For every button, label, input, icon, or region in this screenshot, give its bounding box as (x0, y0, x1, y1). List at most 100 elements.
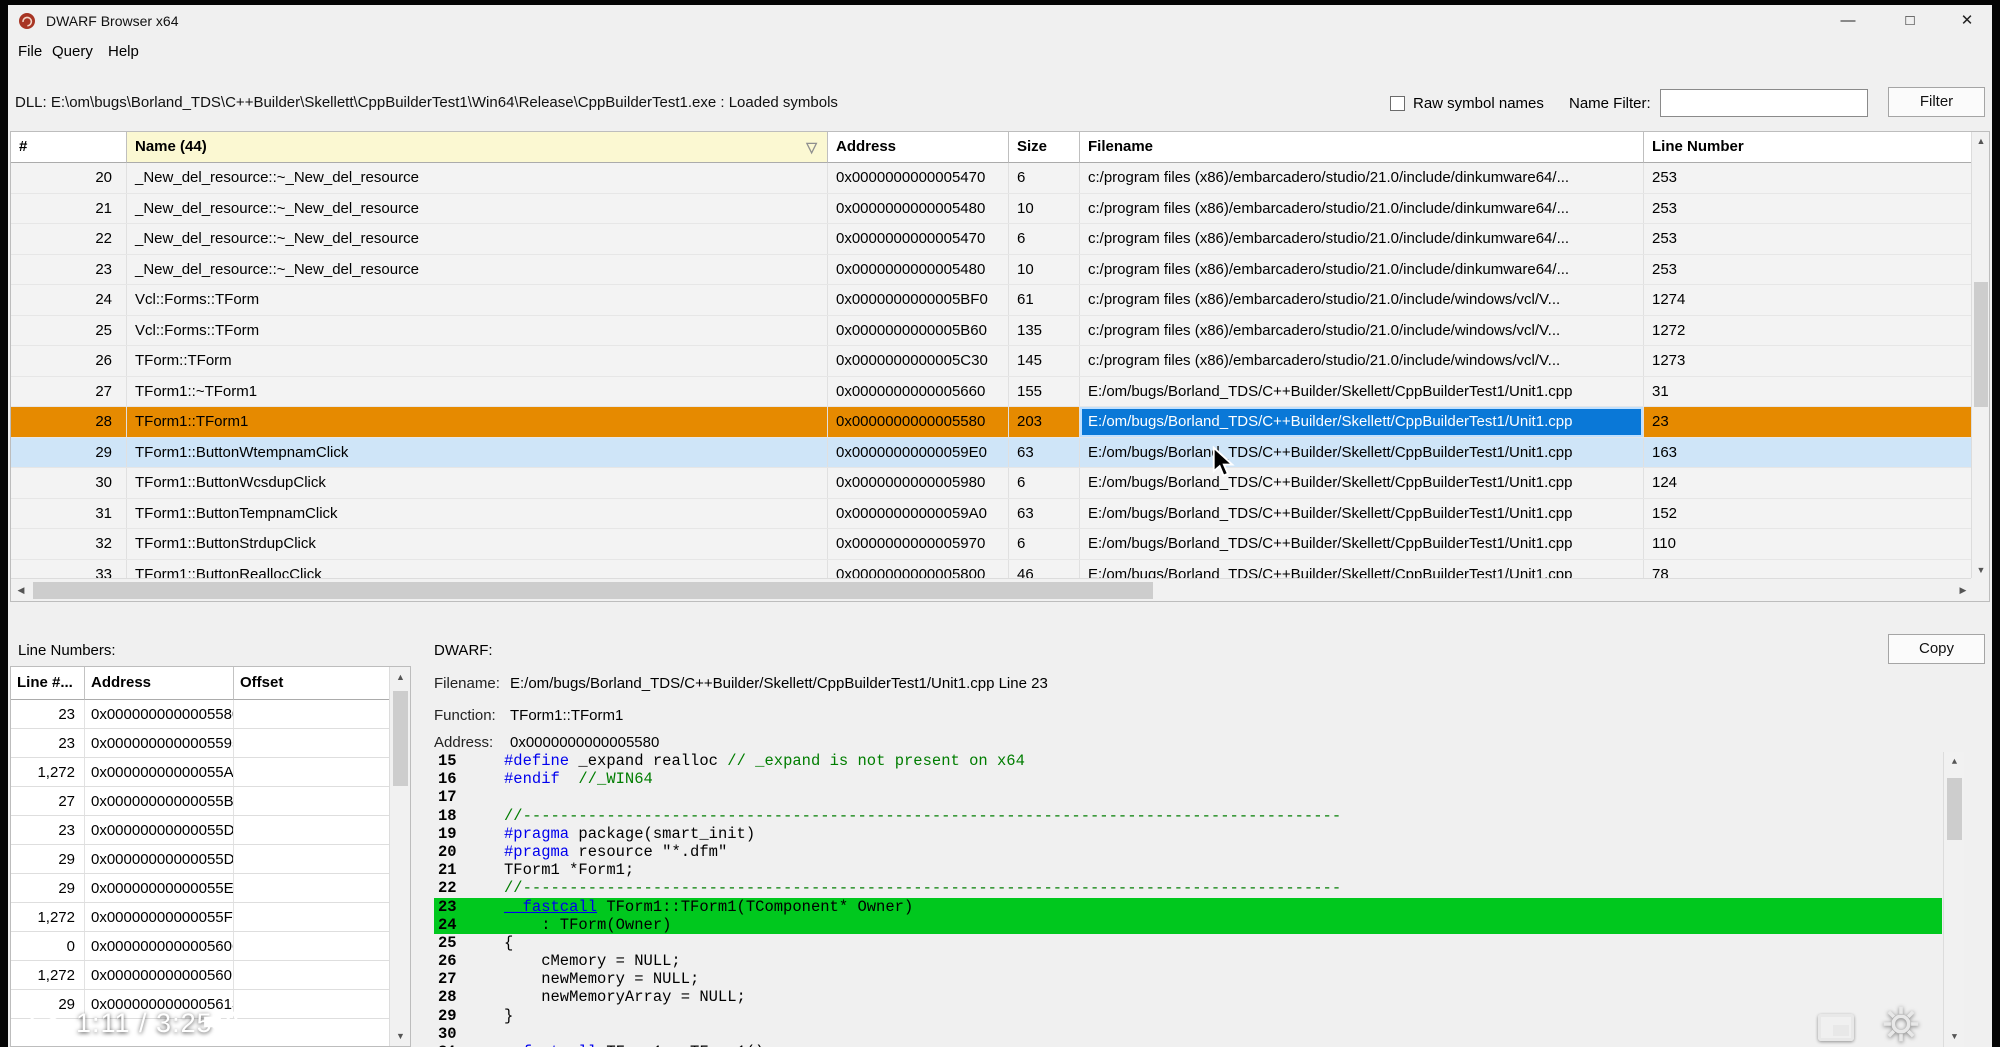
cell-name[interactable]: TForm1::ButtonReallocClick (127, 559, 828, 579)
cell-size[interactable]: 203 (1009, 407, 1080, 437)
vertical-scrollbar-thumb[interactable] (1974, 282, 1988, 407)
line-number-row[interactable]: 29 0x00000000000055E6 (11, 874, 410, 903)
table-row[interactable]: 22 _New_del_resource::~_New_del_resource 0… (11, 224, 1973, 255)
cell-address[interactable]: 0x00000000000059E0 (828, 437, 1009, 467)
scroll-up-icon[interactable]: ▲ (1944, 752, 1964, 772)
line-number-row[interactable]: 23 0x0000000000005580 (11, 700, 410, 729)
table-row[interactable]: 33 TForm1::ButtonReallocClick 0x0000000000… (11, 559, 1973, 579)
cell-line-number[interactable]: 23 (11, 816, 85, 844)
cell-address[interactable]: 0x00000000000055D8 (85, 816, 234, 844)
cell-filename[interactable]: E:/om/bugs/Borland_TDS/C++Builder/Skelle… (1080, 407, 1644, 437)
cell-line-number[interactable]: 23 (11, 729, 85, 757)
cell-address[interactable]: 0x000000000000560E (85, 961, 234, 989)
cell-address[interactable]: 0x0000000000005660 (828, 376, 1009, 406)
cell-address[interactable]: 0x00000000000059A0 (828, 498, 1009, 528)
cell-size[interactable]: 46 (1009, 559, 1080, 579)
cell-line-number[interactable]: 29 (11, 845, 85, 873)
copy-button[interactable]: Copy (1888, 634, 1985, 664)
cell-filename[interactable]: E:/om/bugs/Borland_TDS/C++Builder/Skelle… (1080, 529, 1644, 559)
table-row[interactable]: 21 _New_del_resource::~_New_del_resource 0… (11, 193, 1973, 224)
name-filter-input[interactable] (1660, 89, 1868, 117)
cell-offset[interactable] (234, 816, 390, 844)
cell-line[interactable]: 78 (1644, 559, 1973, 579)
cell-line[interactable]: 124 (1644, 468, 1973, 498)
cell-address[interactable]: 0x00000000000055AA (85, 758, 234, 786)
cell-offset[interactable] (234, 787, 390, 815)
scroll-up-icon[interactable]: ▲ (390, 667, 410, 687)
menu-file[interactable]: File (12, 37, 48, 67)
table-row[interactable]: 24 Vcl::Forms::TForm 0x0000000000005BF0 61 c… (11, 285, 1973, 316)
cell-name[interactable]: TForm1::TForm1 (127, 407, 828, 437)
cell-number[interactable]: 26 (11, 346, 127, 376)
cell-number[interactable]: 28 (11, 407, 127, 437)
cell-address[interactable]: 0x0000000000005B60 (828, 315, 1009, 345)
header-address[interactable]: Address (828, 132, 1009, 163)
maximize-button[interactable]: □ (1881, 5, 1939, 37)
cell-filename[interactable]: E:/om/bugs/Borland_TDS/C++Builder/Skelle… (1080, 468, 1644, 498)
cell-filename[interactable]: E:/om/bugs/Borland_TDS/C++Builder/Skelle… (1080, 376, 1644, 406)
cell-number[interactable]: 24 (11, 285, 127, 315)
cell-offset[interactable] (234, 729, 390, 757)
cell-name[interactable]: TForm1::ButtonStrdupClick (127, 529, 828, 559)
menu-help[interactable]: Help (102, 37, 145, 67)
cell-address[interactable]: 0x0000000000005970 (828, 529, 1009, 559)
cell-number[interactable]: 30 (11, 468, 127, 498)
cell-number[interactable]: 33 (11, 559, 127, 579)
cell-line[interactable]: 163 (1644, 437, 1973, 467)
cell-line-number[interactable]: 29 (11, 990, 85, 1018)
cell-line-number[interactable]: 0 (11, 932, 85, 960)
cell-size[interactable]: 145 (1009, 346, 1080, 376)
table-row[interactable]: 26 TForm::TForm 0x0000000000005C30 145 c:/pr… (11, 346, 1973, 377)
filter-funnel-icon[interactable]: ▽ (806, 132, 817, 162)
cell-line-number[interactable]: 27 (11, 787, 85, 815)
cell-offset[interactable] (234, 932, 390, 960)
cell-address[interactable]: 0x0000000000005800 (828, 559, 1009, 579)
cell-line-number[interactable]: 23 (11, 700, 85, 728)
cell-name[interactable]: TForm1::ButtonWtempnamClick (127, 437, 828, 467)
scroll-up-icon[interactable]: ▲ (1972, 132, 1990, 150)
line-number-row[interactable]: 0 0x0000000000005606 (11, 932, 410, 961)
cell-offset[interactable] (234, 990, 390, 1018)
cell-filename[interactable]: E:/om/bugs/Borland_TDS/C++Builder/Skelle… (1080, 498, 1644, 528)
cell-size[interactable]: 6 (1009, 529, 1080, 559)
filter-button[interactable]: Filter (1888, 87, 1985, 117)
code-scrollbar-thumb[interactable] (1947, 778, 1962, 840)
cell-offset[interactable] (234, 874, 390, 902)
cell-size[interactable]: 155 (1009, 376, 1080, 406)
cell-name[interactable]: Vcl::Forms::TForm (127, 315, 828, 345)
cell-address[interactable]: 0x00000000000055F2 (85, 903, 234, 931)
cell-name[interactable]: _New_del_resource::~_New_del_resource (127, 193, 828, 223)
cell-name[interactable]: Vcl::Forms::TForm (127, 285, 828, 315)
header-line-number[interactable]: Line Number (1644, 132, 1973, 163)
header-size[interactable]: Size (1009, 132, 1080, 163)
cell-line-number[interactable]: 1,272 (11, 758, 85, 786)
cell-address[interactable]: 0x00000000000055DC (85, 845, 234, 873)
cell-address[interactable]: 0x00000000000055E6 (85, 874, 234, 902)
table-row[interactable]: 31 TForm1::ButtonTempnamClick 0x0000000000… (11, 498, 1973, 529)
header-number[interactable]: # (11, 132, 127, 163)
cell-offset[interactable] (234, 700, 390, 728)
cell-line[interactable]: 1272 (1644, 315, 1973, 345)
line-numbers-scrollbar[interactable]: ▲ ▼ (389, 667, 410, 1046)
line-number-row[interactable]: 23 0x00000000000055D8 (11, 816, 410, 845)
table-row[interactable]: 20 _New_del_resource::~_New_del_resource 0… (11, 163, 1973, 194)
cell-filename[interactable]: c:/program files (x86)/embarcadero/studi… (1080, 224, 1644, 254)
cell-name[interactable]: TForm1::~TForm1 (127, 376, 828, 406)
table-row[interactable]: 23 _New_del_resource::~_New_del_resource 0… (11, 254, 1973, 285)
cell-number[interactable]: 32 (11, 529, 127, 559)
cell-name[interactable]: TForm1::ButtonTempnamClick (127, 498, 828, 528)
scroll-left-icon[interactable]: ◀ (11, 579, 31, 601)
cell-address[interactable]: 0x0000000000005580 (85, 700, 234, 728)
cell-line[interactable]: 253 (1644, 224, 1973, 254)
scroll-down-icon[interactable]: ▼ (1944, 1027, 1964, 1047)
cell-filename[interactable]: E:/om/bugs/Borland_TDS/C++Builder/Skelle… (1080, 437, 1644, 467)
table-row[interactable]: 28 TForm1::TForm1 0x0000000000005580 203 E:/… (11, 407, 1973, 438)
cell-address[interactable]: 0x0000000000005606 (85, 932, 234, 960)
cell-filename[interactable]: c:/program files (x86)/embarcadero/studi… (1080, 346, 1644, 376)
table-row[interactable]: 30 TForm1::ButtonWcsdupClick 0x00000000000… (11, 468, 1973, 499)
line-number-row[interactable]: 1,272 0x00000000000055AA (11, 758, 410, 787)
cell-line-number[interactable]: 29 (11, 874, 85, 902)
symbols-vertical-scrollbar[interactable]: ▲ ▼ (1971, 132, 1989, 579)
header-offset[interactable]: Offset (234, 667, 390, 700)
cell-line[interactable]: 110 (1644, 529, 1973, 559)
